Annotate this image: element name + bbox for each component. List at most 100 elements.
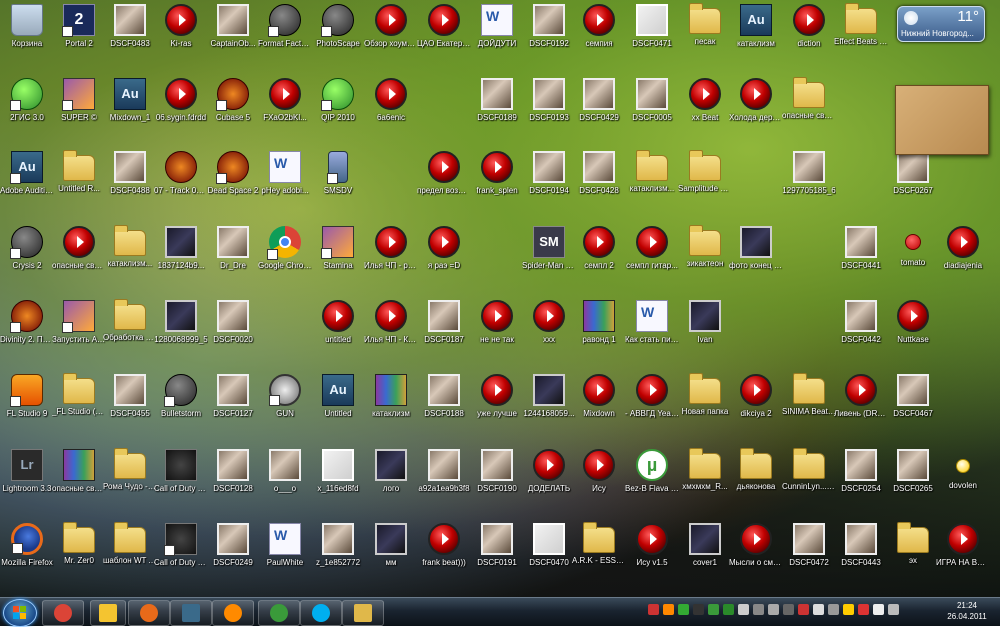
desktop-icon[interactable]: diction (782, 4, 836, 49)
desktop-icon[interactable]: дьяконова (729, 448, 783, 492)
desktop-icon[interactable]: Stamina (311, 226, 365, 271)
desktop-icon[interactable]: Илья ЧП - равонд_б... (364, 226, 418, 271)
desktop-icon[interactable]: Новая папка (678, 373, 732, 417)
tray-icon[interactable] (783, 604, 794, 615)
desktop-icon[interactable]: лого (364, 449, 418, 494)
desktop-icon[interactable]: untitled (311, 300, 365, 345)
taskbar-button-folder[interactable] (342, 600, 384, 626)
tray-icon[interactable] (813, 604, 824, 615)
desktop-icon[interactable]: Divinity 2. Пламя ... (0, 300, 54, 345)
desktop-icon[interactable]: DSCF0188 (417, 374, 471, 419)
desktop-icon[interactable]: DSCF0189 (470, 78, 524, 123)
desktop-icon[interactable]: равонд 1 (572, 300, 626, 345)
desktop-icon[interactable]: DSCF0470 (522, 523, 576, 568)
desktop-icon[interactable]: ДОЙДУТИ (470, 4, 524, 49)
desktop-icon[interactable]: я раэ =D (417, 226, 471, 271)
desktop-icon[interactable]: a92a1ea9b3f8 (417, 449, 471, 494)
tray-icon[interactable] (693, 604, 704, 615)
desktop-icon[interactable]: DSCF0187 (417, 300, 471, 345)
desktop-icon[interactable]: катаклизм... (103, 225, 157, 269)
desktop-icon[interactable]: Запустить ArcaniA ... (52, 300, 106, 345)
desktop-icon[interactable]: Effect Beats Part.3 [By... (834, 3, 888, 47)
desktop-icon[interactable]: Mixdown (572, 374, 626, 419)
desktop-icon[interactable]: 2 Portal 2 (52, 4, 106, 49)
desktop-icon[interactable]: семпл 2 (572, 226, 626, 271)
desktop-icon[interactable]: xx Beat (678, 78, 732, 123)
desktop-icon[interactable]: CaptainOb... (206, 4, 260, 49)
desktop-icon[interactable]: µ Bez-B Flava - Злое Дерь... (625, 449, 679, 494)
desktop-icon[interactable]: не не так (470, 300, 524, 345)
taskbar-button-skype[interactable] (300, 600, 342, 626)
desktop-icon[interactable]: Crysis 2 (0, 226, 54, 271)
desktop-icon[interactable]: GUN (258, 374, 312, 419)
taskbar-button-mail[interactable] (212, 600, 254, 626)
desktop-icon[interactable]: Bulletstorm (154, 374, 208, 419)
desktop-icon[interactable]: семпл гитар... (625, 226, 679, 271)
desktop-icon[interactable]: Call of Duty Black Ops (154, 523, 208, 568)
desktop-icon[interactable]: Mr. Zer0 (52, 522, 106, 566)
desktop-icon[interactable]: 1837124b9... (154, 226, 208, 271)
tray-icon[interactable] (858, 604, 869, 615)
desktop-icon[interactable]: фото конец света (729, 226, 783, 271)
desktop-icon[interactable]: _FL Studio (Сборни... (52, 373, 106, 417)
desktop-icon[interactable]: SMSDV (311, 151, 365, 196)
desktop-icon[interactable]: DSCF0441 (834, 226, 888, 271)
desktop-icon[interactable]: dikciya 2 (729, 374, 783, 419)
desktop-icon[interactable]: pHey adobi... (258, 151, 312, 196)
desktop-icon[interactable]: Корзина (0, 4, 54, 49)
desktop-icon[interactable]: 06.sygin.fdrdd (154, 78, 208, 123)
tray-icon[interactable] (708, 604, 719, 615)
desktop-icon[interactable]: DSCF0020 (206, 300, 260, 345)
desktop-icon[interactable]: SINIMA Beats Part 16 (782, 373, 836, 417)
desktop-icon[interactable]: Untitled R... (52, 150, 106, 194)
desktop-icon[interactable]: 1244168059... (522, 374, 576, 419)
tray-icon[interactable] (768, 604, 779, 615)
desktop-icon[interactable]: DSCF0443 (834, 523, 888, 568)
desktop-icon[interactable]: 1297705185_6 (782, 151, 836, 196)
desktop-icon[interactable]: Nuttkase (886, 300, 940, 345)
desktop-icon[interactable]: Ливень (DRUMMA ... (834, 374, 888, 419)
desktop-icon[interactable]: DSCF0483 (103, 4, 157, 49)
desktop-icon[interactable]: DSCF0429 (572, 78, 626, 123)
desktop-icon[interactable]: 07 - Track 07 Rackmonit... (154, 151, 208, 196)
desktop-icon[interactable]: 1280068999_5 (154, 300, 208, 345)
desktop-icon[interactable]: Lr Lightroom 3.3 (0, 449, 54, 494)
desktop-icon[interactable]: ДОДЕЛАТЬ (522, 449, 576, 494)
tray-icon[interactable] (678, 604, 689, 615)
desktop-icon[interactable]: 6a6enic (364, 78, 418, 123)
desktop-icon[interactable]: Dead Space 2 (206, 151, 260, 196)
desktop-icon[interactable]: DSCF0249 (206, 523, 260, 568)
desktop-icon[interactable]: опасные связи (52, 449, 106, 494)
desktop-icon[interactable]: DSCF0005 (625, 78, 679, 123)
desktop-icon[interactable]: ЦАО Екатеринб... (417, 4, 471, 49)
desktop-icon[interactable]: Мысли о смысле (... (729, 523, 783, 568)
desktop-icon[interactable]: Au Untitled (311, 374, 365, 419)
desktop-icon[interactable]: Обработка звука (103, 299, 157, 343)
desktop-icon[interactable]: Samplitude Music Stud... (678, 150, 732, 194)
desktop-icon[interactable]: tomato (886, 226, 940, 268)
taskbar-button-explorer-pin[interactable] (90, 600, 126, 626)
desktop-icon[interactable]: эх (886, 522, 940, 566)
desktop-icon[interactable]: DSCF0488 (103, 151, 157, 196)
desktop-icon[interactable]: Обзор хоуме студи... (364, 4, 418, 49)
desktop-icon[interactable]: Как стать писателем (625, 300, 679, 345)
desktop-icon[interactable]: frank beat))) (417, 523, 471, 568)
weather-gadget[interactable]: 11° Нижний Новгород... (897, 6, 985, 42)
desktop-icon[interactable]: DSCF0127 (206, 374, 260, 419)
desktop-icon[interactable]: предел возможно... (417, 151, 471, 196)
desktop-icon[interactable]: FXaO2bKl... (258, 78, 312, 123)
desktop-icon[interactable]: катаклизм (364, 374, 418, 419)
desktop-icon[interactable]: Au катаклизм (729, 4, 783, 49)
desktop-icon[interactable]: Cubase 5 (206, 78, 260, 123)
desktop-icon[interactable]: Google Chrome (258, 226, 312, 271)
taskbar-button-firefox[interactable] (128, 600, 170, 626)
desktop-icon[interactable]: DSCF0191 (470, 523, 524, 568)
desktop-icon[interactable]: DSCF0455 (103, 374, 157, 419)
desktop-icon[interactable]: SM Spider-Man Shattered... (522, 226, 576, 271)
tray-icon[interactable] (798, 604, 809, 615)
desktop-icon[interactable]: DSCF0472 (782, 523, 836, 568)
clock[interactable]: 21:24 26.04.2011 (938, 600, 996, 622)
desktop-icon[interactable]: Рома Чудо - Инструме... (103, 448, 157, 492)
tray-icon[interactable] (888, 604, 899, 615)
desktop-icon[interactable]: PaulWhite (258, 523, 312, 568)
